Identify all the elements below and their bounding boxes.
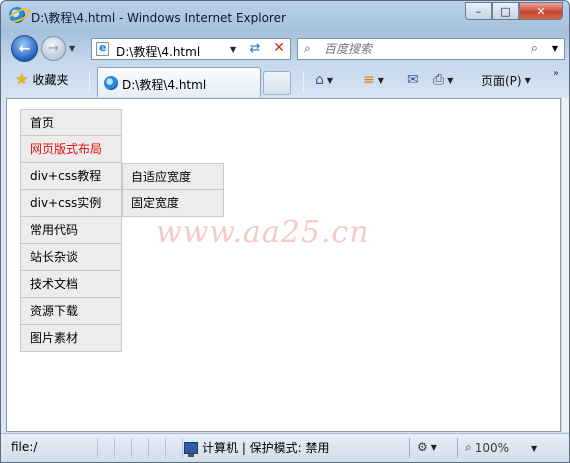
- ie-tab-icon: [104, 76, 118, 90]
- divider: [89, 71, 90, 93]
- star-icon: ★: [15, 70, 29, 88]
- security-zone[interactable]: 计算机 | 保护模式: 禁用: [184, 439, 330, 457]
- watermark-text: www.aa25.cn: [156, 215, 370, 250]
- nav-menu: 首页 网页版式布局 自适应宽度 固定宽度 div+css教程 div+css实例…: [20, 109, 224, 352]
- tab-current[interactable]: D:\教程\4.html: [97, 67, 261, 97]
- submenu: 自适应宽度 固定宽度: [122, 163, 224, 217]
- refresh-icon[interactable]: ⇄: [246, 41, 264, 57]
- printer-icon: ⎙: [433, 72, 445, 88]
- menu-item-downloads[interactable]: 资源下载: [20, 298, 122, 325]
- stop-icon[interactable]: ✕: [270, 40, 288, 58]
- page-menu-button[interactable]: 页面(P) ▼: [481, 72, 531, 89]
- chevron-down-icon[interactable]: ▼: [378, 76, 384, 85]
- close-button[interactable]: ✕: [519, 2, 563, 20]
- favorites-label: 收藏夹: [32, 73, 69, 87]
- zoom-level: 100%: [474, 440, 510, 455]
- status-bar: file:/ 计算机 | 保护模式: 禁用 ⚙ ▼ ⌕ 100% ▼: [1, 433, 569, 462]
- vertical-scrollbar[interactable]: [561, 98, 569, 432]
- status-pane: [149, 438, 166, 458]
- caption-buttons: – □ ✕: [465, 2, 563, 20]
- title-bar[interactable]: D:\教程\4.html - Windows Internet Explorer…: [1, 1, 569, 31]
- tab-label: D:\教程\4.html: [122, 78, 207, 92]
- address-url[interactable]: D:\教程\4.html: [116, 43, 200, 60]
- address-bar[interactable]: D:\教程\4.html ▼ ⇄ ✕: [91, 38, 291, 60]
- chevron-down-icon[interactable]: ▼: [447, 76, 453, 85]
- zoom-control[interactable]: ⌕ 100%: [465, 440, 509, 455]
- menu-item-layout[interactable]: 网页版式布局 自适应宽度 固定宽度: [20, 136, 224, 217]
- menu-item-layout-label: 网页版式布局: [30, 142, 103, 156]
- status-pane: [81, 438, 98, 458]
- home-button[interactable]: ⌂ ▼: [315, 72, 333, 88]
- status-pane: [115, 438, 132, 458]
- zoom-icon: ⌕: [465, 440, 472, 454]
- mail-button[interactable]: ✉: [407, 72, 419, 88]
- menu-item-common-code[interactable]: 常用代码: [20, 217, 122, 244]
- print-button[interactable]: ⎙ ▼: [433, 72, 453, 88]
- submenu-item-fixed-width[interactable]: 固定宽度: [122, 190, 224, 217]
- add-ons-icon: ⚙: [417, 440, 428, 454]
- recent-pages-dropdown[interactable]: ▼: [69, 44, 75, 53]
- navigation-bar: ← → ▼ D:\教程\4.html ▼ ⇄ ✕ ⌕ ⌕ ▼: [1, 33, 569, 63]
- menu-item-div-css-tutorial[interactable]: div+css教程: [20, 163, 122, 190]
- ie-logo-icon: [9, 7, 25, 23]
- page-content: 首页 网页版式布局 自适应宽度 固定宽度 div+css教程 div+css实例…: [6, 98, 561, 432]
- menu-item-div-css-examples[interactable]: div+css实例: [20, 190, 122, 217]
- status-pane: [166, 438, 183, 458]
- chevron-down-icon[interactable]: ▼: [327, 76, 333, 85]
- divider: [409, 438, 410, 458]
- search-options-dropdown-icon[interactable]: ▼: [552, 44, 558, 53]
- command-bar: ★ 收藏夹 D:\教程\4.html ⌂ ▼ ≡ ▼ ✉ ⎙ ▼ 页面(P) ▼…: [1, 65, 569, 97]
- window-title: D:\教程\4.html - Windows Internet Explorer: [31, 11, 286, 25]
- browser-window: D:\教程\4.html - Windows Internet Explorer…: [0, 0, 570, 463]
- zone-label: 计算机 | 保护模式: 禁用: [202, 441, 330, 455]
- chevron-down-icon[interactable]: ▼: [531, 444, 537, 453]
- menu-item-webmaster-talk[interactable]: 站长杂谈: [20, 244, 122, 271]
- divider: [303, 71, 304, 93]
- search-input[interactable]: [324, 42, 514, 56]
- divider: [457, 438, 458, 458]
- more-commands-icon[interactable]: »: [553, 68, 559, 79]
- status-text: file:/: [11, 440, 38, 454]
- page-menu-label: 页面(P): [481, 74, 522, 88]
- add-ons-control[interactable]: ⚙ ▼: [417, 440, 437, 454]
- chevron-down-icon: ▼: [524, 76, 531, 85]
- mail-icon: ✉: [407, 72, 419, 88]
- computer-icon: [184, 441, 198, 457]
- search-icon[interactable]: ⌕: [531, 41, 538, 56]
- status-pane: [98, 438, 115, 458]
- search-box: ⌕ ⌕ ▼: [297, 38, 565, 60]
- favorites-button[interactable]: ★ 收藏夹: [15, 71, 68, 88]
- menu-item-image-assets[interactable]: 图片素材: [20, 325, 122, 352]
- status-panes: [41, 438, 183, 458]
- address-dropdown-icon[interactable]: ▼: [230, 45, 236, 54]
- minimize-button[interactable]: –: [465, 2, 492, 20]
- maximize-button[interactable]: □: [492, 2, 519, 20]
- menu-item-tech-docs[interactable]: 技术文档: [20, 271, 122, 298]
- page-icon: [96, 41, 109, 56]
- feeds-button[interactable]: ≡ ▼: [363, 72, 384, 88]
- status-pane: [132, 438, 149, 458]
- rss-icon: ≡: [363, 72, 375, 88]
- new-tab-button[interactable]: [263, 71, 291, 95]
- menu-item-home[interactable]: 首页: [20, 109, 122, 136]
- search-provider-icon: ⌕: [304, 41, 311, 55]
- chevron-down-icon: ▼: [430, 442, 437, 452]
- submenu-item-adaptive-width[interactable]: 自适应宽度: [122, 163, 224, 190]
- back-arrow-icon[interactable]: ←: [11, 35, 38, 62]
- forward-arrow-icon[interactable]: →: [41, 36, 66, 61]
- home-icon: ⌂: [315, 72, 324, 88]
